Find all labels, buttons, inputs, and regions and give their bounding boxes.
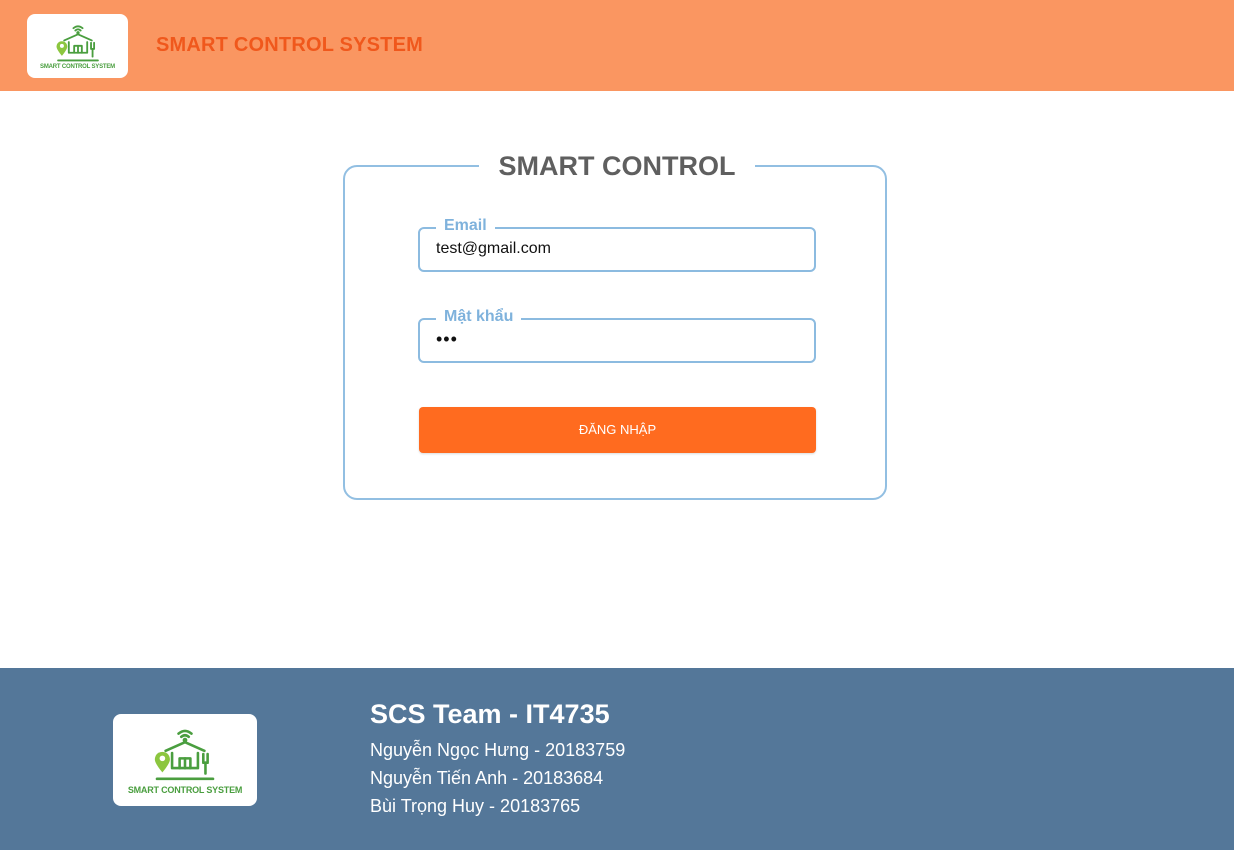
header-logo[interactable]: SMART CONTROL SYSTEM bbox=[27, 14, 128, 78]
email-input[interactable]: test@gmail.com bbox=[436, 239, 551, 259]
team-title: SCS Team - IT4735 bbox=[370, 699, 610, 729]
smart-home-logo-icon bbox=[56, 25, 99, 62]
password-input[interactable]: ••• bbox=[436, 329, 458, 349]
email-field[interactable]: Email test@gmail.com bbox=[418, 216, 816, 272]
team-member: Bùi Trọng Huy - 20183765 bbox=[370, 796, 581, 816]
email-label: Email bbox=[436, 216, 495, 236]
top-header: SMART CONTROL SYSTEM SMART CONTROL SYSTE… bbox=[0, 0, 1234, 91]
footer-logo-text: SMART CONTROL SYSTEM bbox=[127, 785, 243, 795]
smart-home-logo-icon bbox=[154, 729, 215, 781]
password-field[interactable]: Mật khẩu ••• bbox=[418, 307, 816, 363]
team-member: Nguyễn Ngọc Hưng - 20183759 bbox=[370, 740, 626, 760]
login-title: SMART CONTROL bbox=[479, 150, 755, 182]
app-title: SMART CONTROL SYSTEM bbox=[156, 34, 423, 56]
footer-logo: SMART CONTROL SYSTEM bbox=[113, 714, 257, 806]
login-button[interactable]: ĐĂNG NHẬP bbox=[419, 407, 816, 453]
logo-text: SMART CONTROL SYSTEM bbox=[40, 64, 115, 70]
password-label: Mật khẩu bbox=[436, 307, 522, 327]
team-member: Nguyễn Tiến Anh - 20183684 bbox=[370, 768, 604, 788]
